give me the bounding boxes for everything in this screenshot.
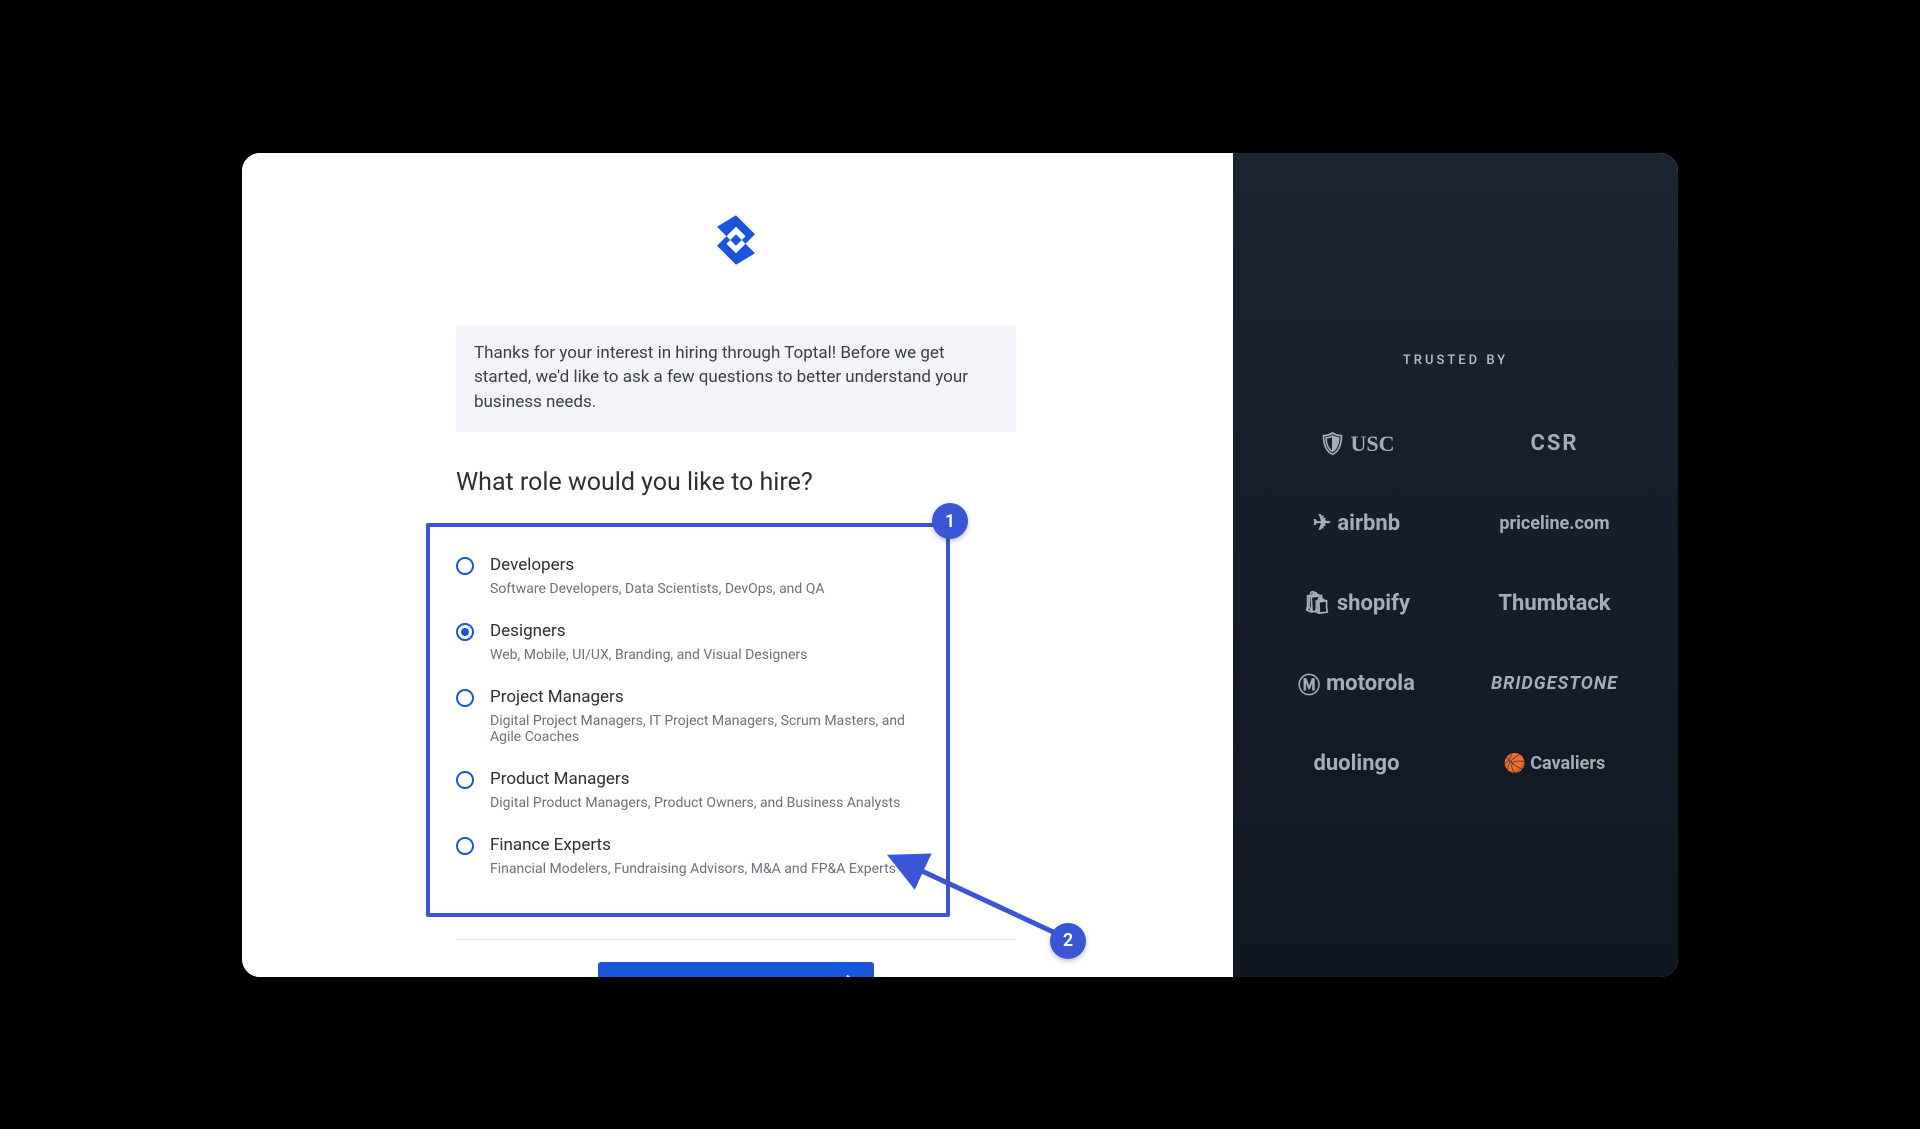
left-pane: Thanks for your interest in hiring throu… bbox=[242, 153, 1233, 977]
cta-row: Get Started bbox=[456, 962, 1016, 976]
option-subtitle: Financial Modelers, Fundraising Advisors… bbox=[490, 861, 924, 877]
role-option-product-managers[interactable]: Product Managers Digital Product Manager… bbox=[456, 759, 924, 825]
brand-logo bbox=[456, 215, 1016, 269]
option-title: Designers bbox=[490, 621, 924, 641]
intro-text: Thanks for your interest in hiring throu… bbox=[474, 343, 968, 412]
option-body: Finance Experts Financial Modelers, Fund… bbox=[490, 835, 924, 877]
logo-motorola-text: motorola bbox=[1326, 671, 1415, 696]
options-highlight-box: 1 Developers Software Developers, Data S… bbox=[426, 523, 950, 917]
option-subtitle: Digital Project Managers, IT Project Man… bbox=[490, 713, 924, 745]
logo-cavaliers-text: Cavaliers bbox=[1530, 753, 1605, 774]
annotation-badge-1-label: 1 bbox=[945, 511, 955, 532]
get-started-button[interactable]: Get Started bbox=[598, 962, 874, 976]
logo-airbnb: ✈airbnb bbox=[1282, 506, 1432, 542]
role-option-designers[interactable]: Designers Web, Mobile, UI/UX, Branding, … bbox=[456, 611, 924, 677]
divider bbox=[456, 939, 1016, 940]
logo-thumbtack-text: Thumbtack bbox=[1498, 591, 1610, 616]
annotation-badge-1: 1 bbox=[932, 503, 968, 539]
option-title: Project Managers bbox=[490, 687, 924, 707]
logo-grid: 🛡USC CSR ✈airbnb priceline.com 🛍shopify … bbox=[1282, 426, 1630, 782]
option-body: Developers Software Developers, Data Sci… bbox=[490, 555, 924, 597]
logo-thumbtack: Thumbtack bbox=[1480, 586, 1630, 622]
radio-icon bbox=[456, 689, 474, 707]
logo-motorola: Ⓜmotorola bbox=[1282, 666, 1432, 702]
option-body: Designers Web, Mobile, UI/UX, Branding, … bbox=[490, 621, 924, 663]
question-text: What role would you like to hire? bbox=[456, 468, 813, 497]
logo-csr-text: CSR bbox=[1530, 431, 1578, 456]
radio-icon bbox=[456, 771, 474, 789]
logo-usc-text: USC bbox=[1350, 431, 1394, 457]
logo-duolingo-text: duolingo bbox=[1313, 751, 1399, 776]
role-option-project-managers[interactable]: Project Managers Digital Project Manager… bbox=[456, 677, 924, 759]
chevron-right-icon bbox=[846, 975, 856, 977]
intro-box: Thanks for your interest in hiring throu… bbox=[456, 325, 1016, 433]
option-title: Developers bbox=[490, 555, 924, 575]
option-body: Product Managers Digital Product Manager… bbox=[490, 769, 924, 811]
option-subtitle: Digital Product Managers, Product Owners… bbox=[490, 795, 924, 811]
logo-bridgestone: BRIDGESTONE bbox=[1480, 666, 1630, 702]
logo-airbnb-text: airbnb bbox=[1337, 511, 1400, 536]
radio-icon bbox=[456, 837, 474, 855]
right-pane: TRUSTED BY 🛡USC CSR ✈airbnb priceline.co… bbox=[1233, 153, 1678, 977]
radio-icon bbox=[456, 557, 474, 575]
option-body: Project Managers Digital Project Manager… bbox=[490, 687, 924, 745]
option-subtitle: Software Developers, Data Scientists, De… bbox=[490, 581, 924, 597]
annotation-badge-2-label: 2 bbox=[1063, 930, 1073, 951]
logo-shopify-text: shopify bbox=[1337, 591, 1410, 616]
option-subtitle: Web, Mobile, UI/UX, Branding, and Visual… bbox=[490, 647, 924, 663]
option-title: Product Managers bbox=[490, 769, 924, 789]
logo-bridgestone-text: BRIDGESTONE bbox=[1491, 673, 1618, 694]
logo-csr: CSR bbox=[1480, 426, 1630, 462]
role-option-developers[interactable]: Developers Software Developers, Data Sci… bbox=[456, 545, 924, 611]
question-heading: What role would you like to hire? bbox=[456, 468, 1016, 497]
role-option-finance-experts[interactable]: Finance Experts Financial Modelers, Fund… bbox=[456, 825, 924, 891]
option-title: Finance Experts bbox=[490, 835, 924, 855]
stage: Thanks for your interest in hiring throu… bbox=[242, 153, 1678, 977]
logo-duolingo: duolingo bbox=[1282, 746, 1432, 782]
toptal-logo-icon bbox=[717, 250, 755, 269]
logo-cavaliers: 🏀Cavaliers bbox=[1480, 746, 1630, 782]
trusted-by-heading: TRUSTED BY bbox=[1403, 353, 1508, 368]
left-inner: Thanks for your interest in hiring throu… bbox=[456, 215, 1016, 977]
logo-priceline-text: priceline.com bbox=[1499, 513, 1609, 534]
trusted-by-text: TRUSTED BY bbox=[1403, 353, 1508, 368]
logo-usc: 🛡USC bbox=[1282, 426, 1432, 462]
logo-shopify: 🛍shopify bbox=[1282, 586, 1432, 622]
annotation-badge-2: 2 bbox=[1050, 923, 1086, 959]
logo-priceline: priceline.com bbox=[1480, 506, 1630, 542]
radio-icon bbox=[456, 623, 474, 641]
